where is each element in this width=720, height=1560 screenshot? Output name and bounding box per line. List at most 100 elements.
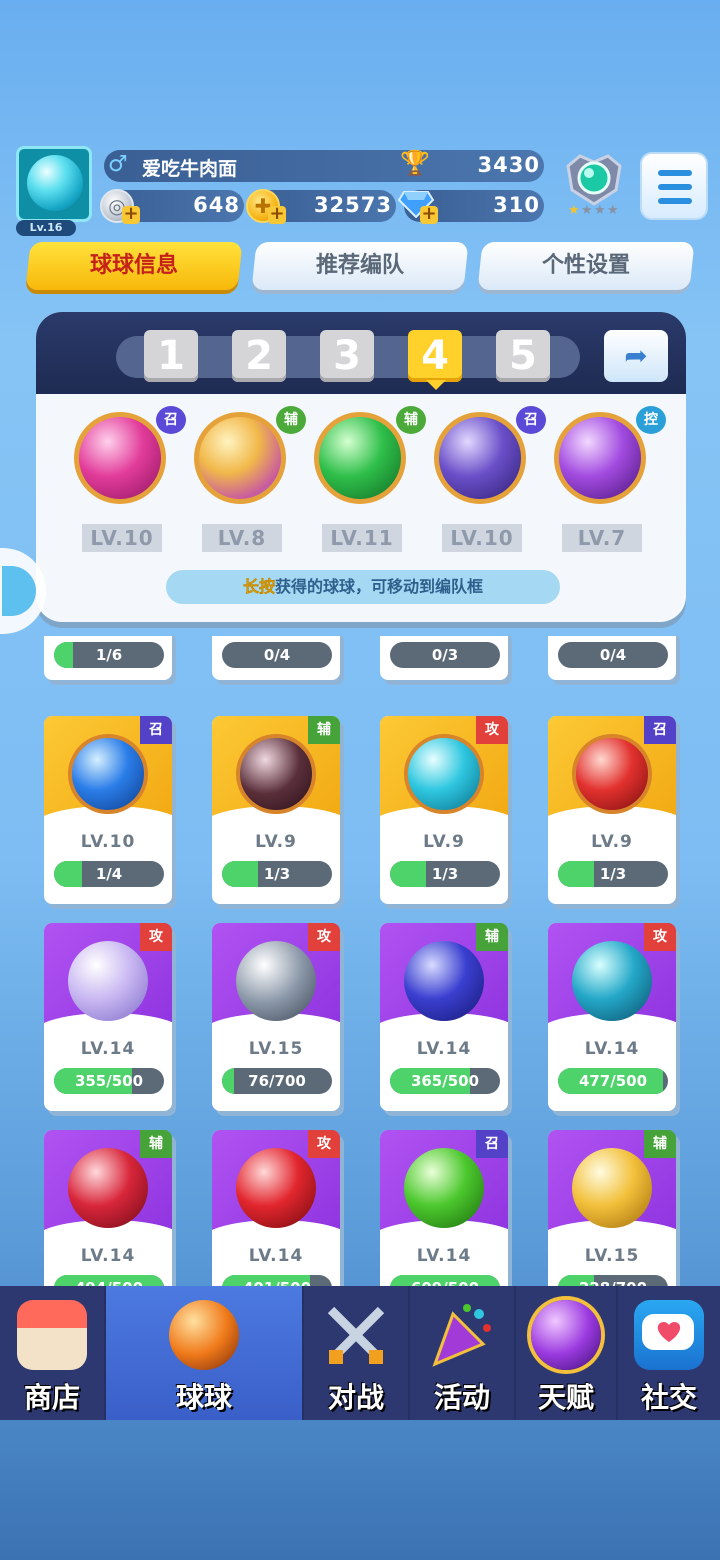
nav-social[interactable]: 社交 [618,1286,720,1420]
team-slot-2[interactable]: 2 [232,330,286,382]
role-tag: 辅 [140,1130,172,1158]
ball-orb-icon [572,941,652,1021]
nav-talent[interactable]: 天赋 [516,1286,618,1420]
team-member-5-orb[interactable] [554,412,646,504]
team-member-4-orb[interactable] [434,412,526,504]
ball-card[interactable]: 攻 LV.15 76/700 [212,923,340,1111]
progress-bar: 76/700 [222,1068,332,1094]
ball-card[interactable]: 召 LV.14 609/500 [380,1130,508,1286]
share-icon: ➦ [624,339,648,372]
ball-grid: 1/6 0/4 0/3 0/4 召 LV.10 1/4 辅 LV.9 1/3 攻… [0,636,720,1286]
player-level-badge: Lv.16 [16,220,76,236]
nav-balls[interactable]: 球球 [106,1286,304,1420]
party-icon [427,1300,497,1370]
tab-personal-settings[interactable]: 个性设置 [477,242,695,290]
share-button[interactable]: ➦ [604,330,668,382]
active-slot-pointer [426,380,446,390]
ball-level: LV.9 [591,832,633,852]
team-slot-3[interactable]: 3 [320,330,374,382]
rank-badge-icon[interactable]: ★ ★ ★ ★ [560,152,628,218]
team-slot-5[interactable]: 5 [496,330,550,382]
silver-plus-icon[interactable]: + [122,205,140,224]
nav-battle[interactable]: 对战 [304,1286,410,1420]
ball-orb-icon [572,734,652,814]
swords-icon [321,1300,391,1370]
diamond-plus-icon[interactable]: + [420,205,438,224]
ball-card[interactable]: 1/6 [44,636,172,680]
team-member-2-tag: 辅 [276,406,306,434]
svg-text:★: ★ [581,203,593,218]
ball-level: LV.14 [80,1039,136,1059]
ball-card[interactable]: 0/3 [380,636,508,680]
ball-card[interactable]: 攻 LV.9 1/3 [380,716,508,904]
team-member-1-tag: 召 [156,406,186,434]
ball-card[interactable]: 召 LV.10 1/4 [44,716,172,904]
team-member-4-tag: 召 [516,406,546,434]
team-member-3-orb[interactable] [314,412,406,504]
progress-bar: 228/700 [558,1275,668,1286]
ball-card[interactable]: 0/4 [548,636,676,680]
ball-card[interactable]: 辅 LV.15 228/700 [548,1130,676,1286]
ball-orb-icon [68,734,148,814]
trophy-count: 3430 [477,153,540,177]
svg-text:★: ★ [607,203,619,218]
ball-card[interactable]: 辅 LV.9 1/3 [212,716,340,904]
ball-level: LV.15 [248,1039,304,1059]
team-member-2-orb[interactable] [194,412,286,504]
ball-orb-icon [68,941,148,1021]
team-slot-1[interactable]: 1 [144,330,198,382]
ball-orb-icon [236,1148,316,1228]
progress-bar: 1/6 [54,642,164,668]
role-tag: 辅 [476,923,508,951]
balls-icon [169,1300,239,1370]
progress-bar: 401/500 [222,1275,332,1286]
team-member-3-level: LV.11 [322,524,402,552]
ball-orb-icon [404,941,484,1021]
progress-bar: 1/3 [390,861,500,887]
svg-text:★: ★ [594,203,606,218]
team-slot-4[interactable]: 4 [408,330,462,382]
ball-level: LV.9 [423,832,465,852]
ball-level: LV.14 [248,1246,304,1266]
progress-bar: 0/4 [222,642,332,668]
role-tag: 攻 [308,923,340,951]
nav-shop[interactable]: 商店 [0,1286,106,1420]
progress-bar: 0/4 [558,642,668,668]
menu-icon [658,170,692,176]
progress-bar: 494/500 [54,1275,164,1286]
team-member-5-level: LV.7 [562,524,642,552]
role-tag: 召 [644,716,676,744]
ball-card[interactable]: 攻 LV.14 477/500 [548,923,676,1111]
silver-count: 648 [193,193,240,217]
ball-card[interactable]: 攻 LV.14 401/500 [212,1130,340,1286]
progress-bar: 1/4 [54,861,164,887]
ball-card[interactable]: 辅 LV.14 365/500 [380,923,508,1111]
team-hint: 长按获得的球球，可移动到编队框 [166,570,560,604]
role-tag: 攻 [308,1130,340,1158]
team-member-1-orb[interactable] [74,412,166,504]
nav-events[interactable]: 活动 [410,1286,516,1420]
team-panel: 1 2 3 4 5 ➦ 召 LV.10 辅 LV.8 辅 LV.11 召 LV.… [36,312,686,622]
diamond-count: 310 [493,193,540,217]
ball-orb-icon [236,941,316,1021]
tab-ball-info[interactable]: 球球信息 [25,242,243,290]
team-member-5-tag: 控 [636,406,666,434]
role-tag: 攻 [140,923,172,951]
team-member-4-level: LV.10 [442,524,522,552]
ball-card[interactable]: 召 LV.9 1/3 [548,716,676,904]
ball-level: LV.9 [255,832,297,852]
shop-icon [17,1300,87,1370]
team-member-3-tag: 辅 [396,406,426,434]
ball-card[interactable]: 攻 LV.14 355/500 [44,923,172,1111]
menu-button[interactable] [640,152,708,220]
trophy-icon: 🏆 [400,149,430,177]
player-avatar[interactable] [16,146,92,222]
ball-level: LV.15 [584,1246,640,1266]
gold-plus-icon[interactable]: + [268,205,286,224]
ball-card[interactable]: 辅 LV.14 494/500 [44,1130,172,1286]
progress-bar: 477/500 [558,1068,668,1094]
ball-level: LV.14 [416,1246,472,1266]
tab-recommended-team[interactable]: 推荐编队 [251,242,469,290]
bottom-nav: 商店 球球 对战 活动 天赋 社交 [0,1286,720,1420]
ball-card[interactable]: 0/4 [212,636,340,680]
